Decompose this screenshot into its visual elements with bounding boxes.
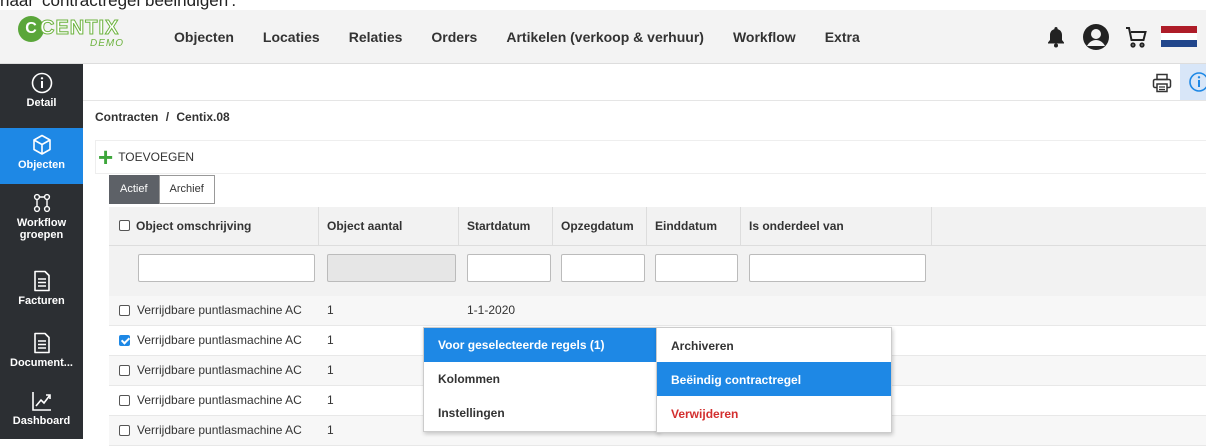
flag-nl-icon[interactable] <box>1161 25 1197 48</box>
user-avatar-icon[interactable] <box>1081 22 1111 52</box>
filter-object-aantal[interactable] <box>327 254 456 282</box>
filter-object-omschrijving[interactable] <box>138 254 315 282</box>
table-header: Object omschrijving Object aantal Startd… <box>109 207 1206 246</box>
chart-icon <box>31 392 51 411</box>
cell-object-aantal: 1 <box>327 393 334 407</box>
cell-object-omschrijving: Verrijdbare puntlasmachine AC <box>137 363 302 377</box>
nav-locaties[interactable]: Locaties <box>263 29 320 45</box>
row-checkbox[interactable] <box>119 425 130 436</box>
sidebar-item-workflow[interactable]: Workflow groepen <box>0 192 83 248</box>
filter-einddatum[interactable] <box>655 254 738 282</box>
plus-icon: + <box>98 142 114 172</box>
column-header-is-onderdeel-van[interactable]: Is onderdeel van <box>741 207 932 245</box>
row-checkbox[interactable] <box>119 365 130 376</box>
toolbar <box>83 64 1206 101</box>
logo-brand: CENTIX <box>39 17 120 40</box>
print-icon[interactable] <box>1152 73 1172 93</box>
cube-icon <box>32 134 51 155</box>
sidebar-label: Dashboard <box>12 415 71 427</box>
info-icon <box>31 72 52 94</box>
top-icons <box>1041 10 1206 63</box>
sidebar-label: Detail <box>26 97 57 109</box>
cell-object-omschrijving: Verrijdbare puntlasmachine AC <box>137 333 302 347</box>
sidebar-item-facturen[interactable]: Facturen <box>0 270 83 320</box>
filter-opzegdatum[interactable] <box>561 254 645 282</box>
row-checkbox[interactable] <box>119 395 130 406</box>
breadcrumb-separator: / <box>165 110 170 124</box>
filter-row <box>109 246 1206 296</box>
menu-item-instellingen[interactable]: Instellingen <box>424 396 658 430</box>
main-nav: Objecten Locaties Relaties Orders Artike… <box>174 10 889 63</box>
column-header-einddatum[interactable]: Einddatum <box>647 207 741 245</box>
add-button[interactable]: + TOEVOEGEN <box>96 141 194 173</box>
sidebar: Detail Objecten Workflow groepen Facture… <box>0 64 83 439</box>
nav-workflow[interactable]: Workflow <box>733 29 796 45</box>
sidebar-item-dashboard[interactable]: Dashboard <box>0 390 83 440</box>
breadcrumb-parent[interactable]: Contracten <box>95 110 158 124</box>
breadcrumb: Contracten / Centix.08 <box>95 110 234 124</box>
logo-sub: DEMO <box>90 38 124 49</box>
cell-object-omschrijving: Verrijdbare puntlasmachine AC <box>137 393 302 407</box>
breadcrumb-current: Centix.08 <box>176 110 230 124</box>
context-menu: Voor geselecteerde regels (1) Kolommen I… <box>423 327 659 432</box>
cart-icon[interactable] <box>1121 22 1151 52</box>
menu-item-kolommen[interactable]: Kolommen <box>424 362 658 396</box>
nav-objecten[interactable]: Objecten <box>174 29 234 45</box>
sidebar-label: Objecten <box>17 159 66 171</box>
flag-white-stripe <box>1161 32 1197 41</box>
cell-object-omschrijving: Verrijdbare puntlasmachine AC <box>137 303 302 317</box>
sidebar-item-detail[interactable]: Detail <box>0 72 83 122</box>
row-checkbox[interactable] <box>119 335 130 346</box>
cell-object-omschrijving: Verrijdbare puntlasmachine AC <box>137 423 302 437</box>
sidebar-label: Workflow groepen <box>16 217 67 241</box>
nav-artikelen[interactable]: Artikelen (verkoop & verhuur) <box>506 29 704 45</box>
row-checkbox[interactable] <box>119 305 130 316</box>
filter-is-onderdeel-van[interactable] <box>749 254 926 282</box>
submenu-item-verwijderen[interactable]: Verwijderen <box>657 396 891 430</box>
nav-orders[interactable]: Orders <box>431 29 477 45</box>
column-label: Object omschrijving <box>136 219 252 233</box>
column-header-opzegdatum[interactable]: Opzegdatum <box>553 207 647 245</box>
document-icon <box>33 332 50 354</box>
tabs: Actief Archief <box>109 175 215 204</box>
select-all-checkbox[interactable] <box>119 220 130 232</box>
tab-actief[interactable]: Actief <box>109 175 159 204</box>
action-bar: + TOEVOEGEN <box>95 140 1206 174</box>
flag-red-stripe <box>1161 25 1197 33</box>
column-header-object-omschrijving[interactable]: Object omschrijving <box>109 207 319 245</box>
cell-object-aantal: 1 <box>327 363 334 377</box>
info-icon <box>1189 72 1206 92</box>
column-header-startdatum[interactable]: Startdatum <box>459 207 553 245</box>
menu-item-selected-rows[interactable]: Voor geselecteerde regels (1) <box>424 328 658 362</box>
bell-icon[interactable] <box>1041 22 1071 52</box>
nav-extra[interactable]: Extra <box>825 29 860 45</box>
sidebar-item-documenten[interactable]: Document... <box>0 332 83 382</box>
cell-object-aantal: 1 <box>327 423 334 437</box>
tab-archief[interactable]: Archief <box>158 175 215 204</box>
cell-startdatum: 1-1-2020 <box>467 303 516 317</box>
submenu-item-archiveren[interactable]: Archiveren <box>657 328 891 362</box>
column-header-object-aantal[interactable]: Object aantal <box>319 207 459 245</box>
workflow-icon <box>33 193 50 213</box>
info-panel-toggle[interactable] <box>1180 64 1206 100</box>
cell-object-aantal: 1 <box>327 303 334 317</box>
cell-object-aantal: 1 <box>327 333 334 347</box>
table-row[interactable]: Verrijdbare puntlasmachine AC 1 1-1-2020 <box>109 296 1206 326</box>
document-icon <box>33 270 50 292</box>
flag-blue-stripe <box>1161 40 1197 48</box>
nav-relaties[interactable]: Relaties <box>349 29 403 45</box>
filter-startdatum[interactable] <box>467 254 551 282</box>
sidebar-label: Document... <box>10 357 73 369</box>
sidebar-item-objecten[interactable]: Objecten <box>0 128 83 184</box>
add-button-label: TOEVOEGEN <box>118 150 194 164</box>
submenu-item-beeindig-contractregel[interactable]: Beëindig contractregel <box>657 362 891 396</box>
sidebar-label: Facturen <box>18 295 65 307</box>
logo[interactable]: C CENTIX DEMO <box>18 14 136 50</box>
context-submenu: Archiveren Beëindig contractregel Verwij… <box>656 327 892 433</box>
